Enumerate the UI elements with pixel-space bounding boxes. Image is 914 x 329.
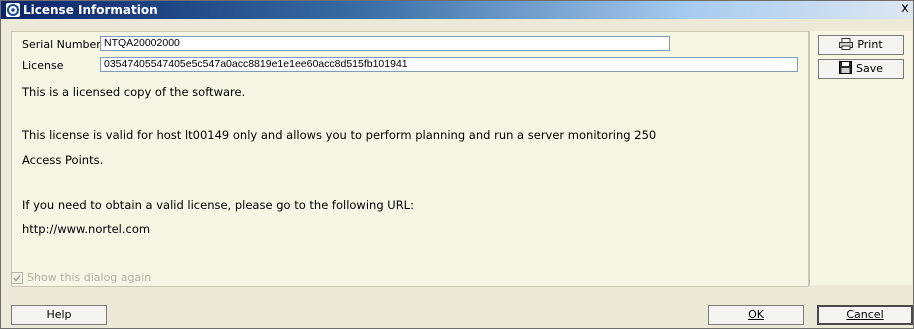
show-dialog-again-row: Show this dialog again — [11, 271, 807, 285]
cancel-button-label: Cancel — [846, 308, 884, 321]
checkmark-icon — [13, 275, 21, 282]
help-button[interactable]: Help — [11, 305, 107, 325]
dialog-button-bar: Help OK Cancel — [1, 301, 913, 328]
save-button-label: Save — [855, 62, 883, 75]
show-dialog-again-checkbox[interactable] — [11, 272, 23, 284]
title-bar[interactable]: License Information x — [1, 1, 913, 19]
license-validity-text: This license is valid for host lt00149 o… — [22, 128, 657, 142]
show-dialog-again-label: Show this dialog again — [27, 271, 152, 284]
obtain-license-text: If you need to obtain a valid license, p… — [22, 198, 414, 212]
print-button-label: Print — [857, 38, 883, 51]
license-key-field[interactable]: 03547405547405e5c547a0acc8819e1e1ee60acc… — [100, 57, 798, 72]
ok-button-label: OK — [748, 308, 764, 321]
side-button-panel: Print Save — [809, 31, 912, 285]
window-title: License Information — [23, 3, 158, 17]
serial-number-label: Serial Number — [22, 38, 101, 51]
print-button[interactable]: Print — [818, 35, 904, 55]
license-dialog: License Information x Serial Number NTQA… — [0, 0, 914, 329]
license-validity-text-cont: Access Points. — [22, 153, 104, 167]
printer-icon — [839, 38, 854, 56]
license-label: License — [22, 59, 64, 72]
ok-button[interactable]: OK — [708, 305, 804, 325]
floppy-disk-icon — [838, 61, 852, 80]
license-content-panel: Serial Number NTQA20002000 License 03547… — [11, 31, 809, 287]
save-button[interactable]: Save — [818, 59, 904, 79]
app-logo-icon — [6, 3, 20, 17]
licensed-copy-text: This is a licensed copy of the software. — [22, 85, 246, 99]
license-url-text: http://www.nortel.com — [22, 222, 151, 236]
serial-number-field[interactable]: NTQA20002000 — [100, 36, 670, 51]
cancel-button[interactable]: Cancel — [817, 305, 913, 325]
close-icon[interactable]: x — [899, 2, 911, 16]
